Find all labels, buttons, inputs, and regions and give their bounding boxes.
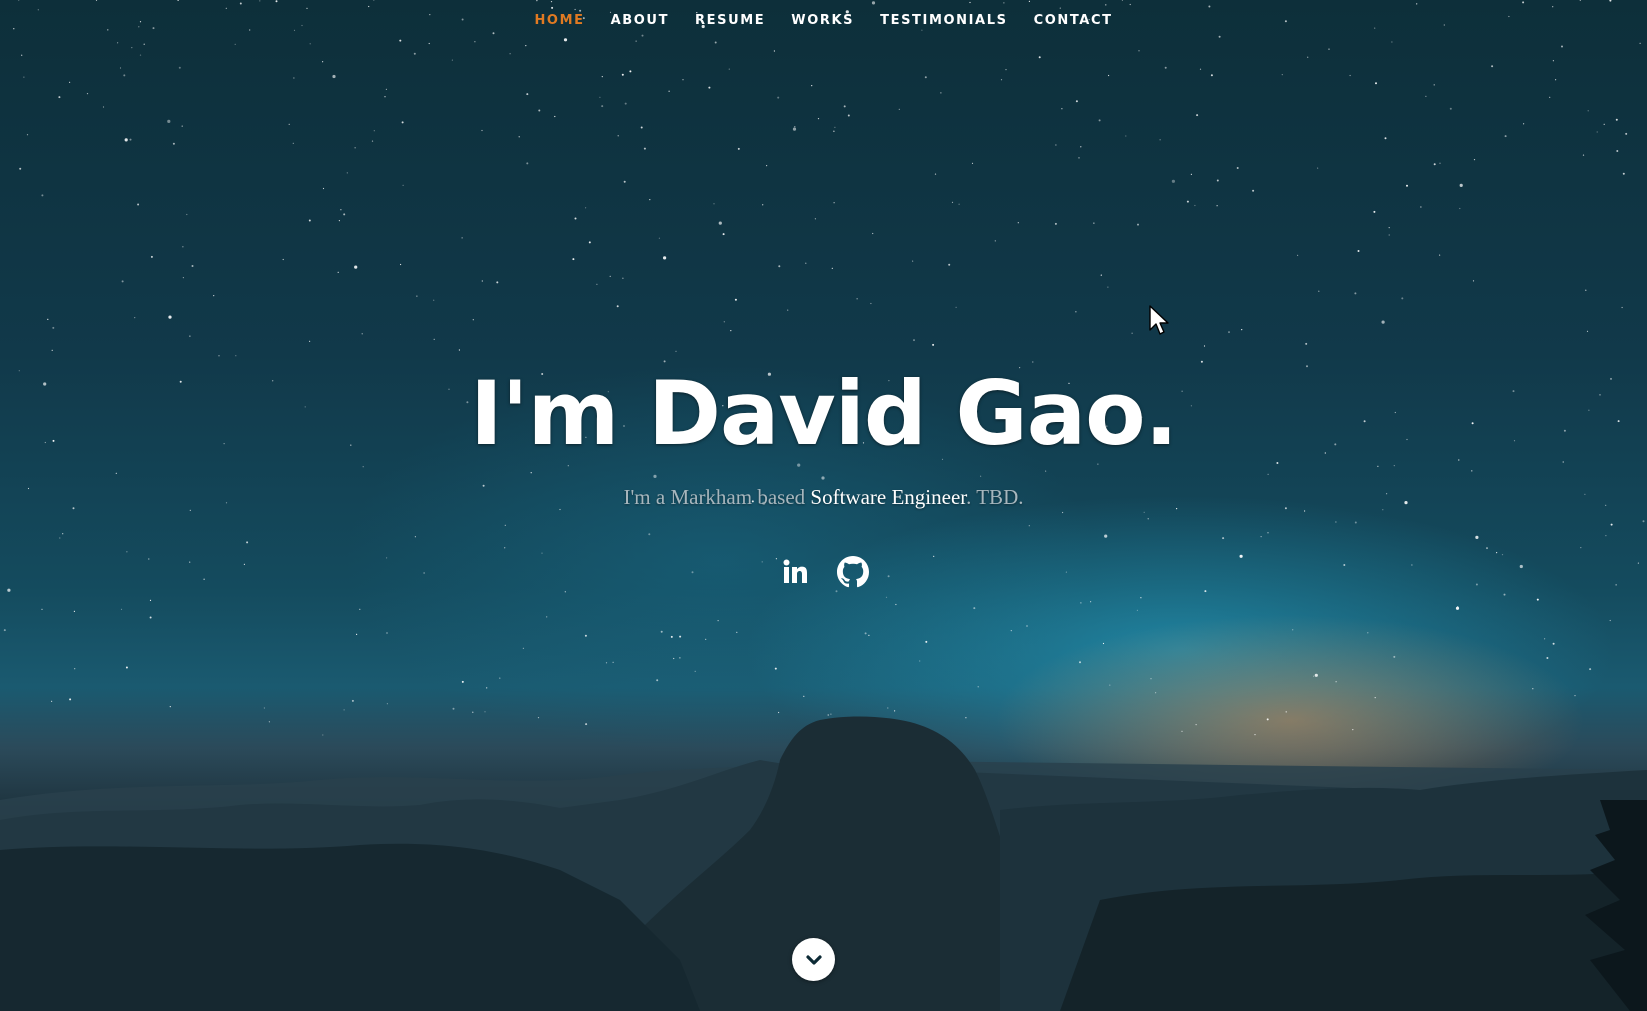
subline-intro: I'm a Markham based <box>623 485 811 509</box>
linkedin-icon <box>783 559 807 583</box>
hero-banner: HOME ABOUT RESUME WORKS TESTIMONIALS CONTACT … <box>0 0 1647 1011</box>
chevron-down-icon <box>805 954 822 965</box>
github-link[interactable] <box>836 556 869 588</box>
nav-item-home[interactable]: HOME <box>534 12 584 30</box>
main-navigation: HOME ABOUT RESUME WORKS TESTIMONIALS CONTACT <box>0 12 1647 30</box>
mouse-cursor-icon <box>1149 305 1169 335</box>
nav-item-works[interactable]: WORKS <box>791 12 854 30</box>
github-icon <box>836 556 869 588</box>
nav-item-contact[interactable]: CONTACT <box>1034 12 1113 30</box>
social-links <box>0 556 1647 588</box>
nav-item-resume[interactable]: RESUME <box>695 12 765 30</box>
hero-headline: I'm David Gao. <box>469 362 1178 465</box>
subline-role: Software Engineer <box>810 485 967 509</box>
nav-item-about[interactable]: ABOUT <box>611 12 669 30</box>
subline-outro: . TBD. <box>966 485 1024 509</box>
linkedin-link[interactable] <box>779 556 811 588</box>
scroll-down-button[interactable] <box>792 938 835 981</box>
hero-subline: I'm a Markham based Software Engineer. T… <box>0 484 1647 510</box>
nav-item-testimonials[interactable]: TESTIMONIALS <box>880 12 1007 30</box>
